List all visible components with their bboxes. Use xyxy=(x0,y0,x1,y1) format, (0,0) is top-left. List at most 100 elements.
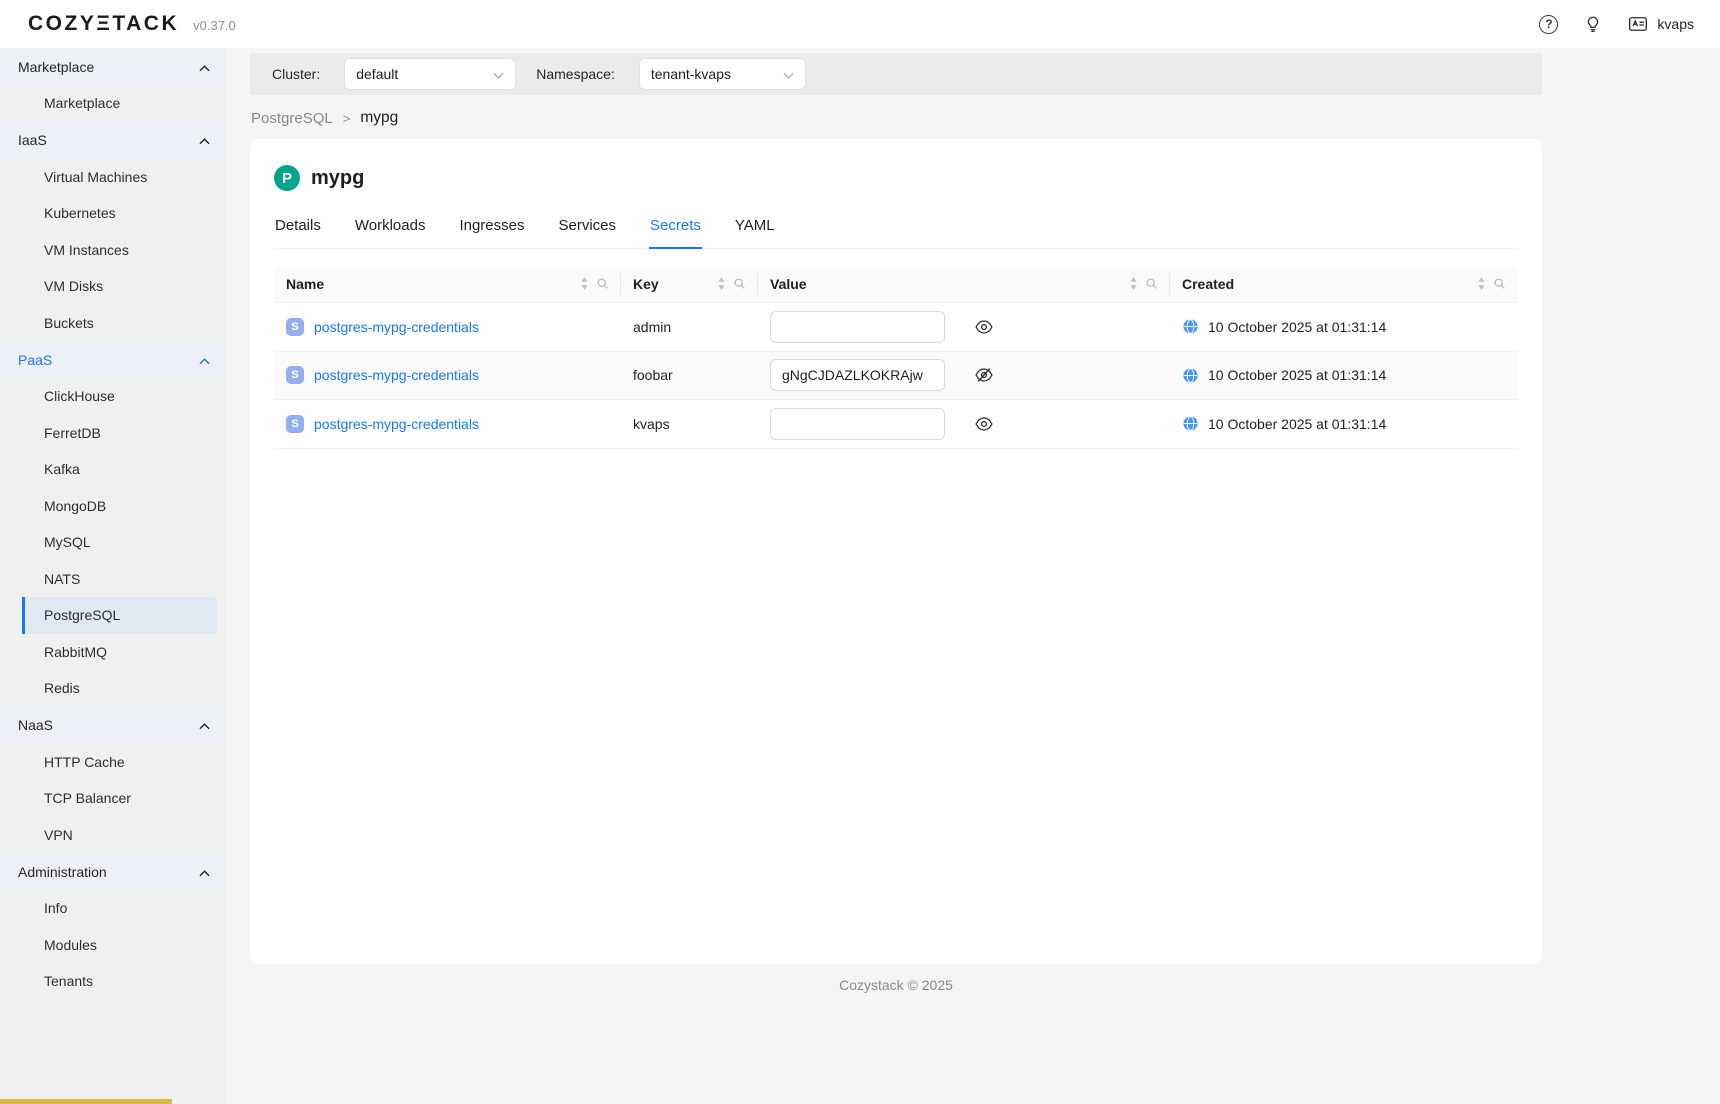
sort-icon[interactable] xyxy=(1477,277,1486,290)
tab-yaml[interactable]: YAML xyxy=(734,205,776,248)
table-row[interactable]: S postgres-mypg-credentials kvaps xyxy=(274,400,1518,449)
created-timestamp: 10 October 2025 at 01:31:14 xyxy=(1208,319,1386,335)
sidebar-section-naas[interactable]: NaaS xyxy=(0,707,227,744)
secret-name-link[interactable]: postgres-mypg-credentials xyxy=(314,319,479,335)
column-search-icon[interactable] xyxy=(733,277,746,290)
tab-workloads[interactable]: Workloads xyxy=(354,205,427,248)
tab-bar: Details Workloads Ingresses Services Sec… xyxy=(274,205,1518,249)
column-search-icon[interactable] xyxy=(596,277,609,290)
secret-name-link[interactable]: postgres-mypg-credentials xyxy=(314,416,479,432)
app-logo: COZYΞTACK xyxy=(28,12,179,36)
sidebar-item-mongodb[interactable]: MongoDB xyxy=(0,488,227,525)
footer-copyright: Cozystack © 2025 xyxy=(250,977,1542,993)
secret-value-input[interactable] xyxy=(770,408,945,440)
user-menu[interactable]: kvaps xyxy=(1628,14,1694,34)
secrets-table: Name Key xyxy=(274,265,1518,449)
globe-icon xyxy=(1182,415,1199,432)
top-bar: COZYΞTACK v0.37.0 ? kvaps xyxy=(0,0,1720,48)
sidebar-item-kubernetes[interactable]: Kubernetes xyxy=(0,195,227,232)
secret-key: admin xyxy=(633,319,671,335)
page-title: mypg xyxy=(311,167,364,190)
sidebar-section-paas[interactable]: PaaS xyxy=(0,341,227,378)
sidebar-item-mysql[interactable]: MySQL xyxy=(0,524,227,561)
chevron-up-icon xyxy=(199,352,210,368)
sidebar-section-iaas[interactable]: IaaS xyxy=(0,122,227,159)
breadcrumb-parent[interactable]: PostgreSQL xyxy=(251,110,333,127)
tab-services[interactable]: Services xyxy=(558,205,618,248)
sidebar: Marketplace Marketplace IaaS Virtual Mac… xyxy=(0,48,227,1104)
eye-slash-icon[interactable] xyxy=(975,366,993,384)
sidebar-item-http-cache[interactable]: HTTP Cache xyxy=(0,744,227,781)
breadcrumb-current: mypg xyxy=(360,109,398,127)
namespace-select-value: tenant-kvaps xyxy=(651,66,731,82)
main-area: Cluster: default Namespace: tenant-kvaps… xyxy=(227,48,1720,1104)
globe-icon xyxy=(1182,367,1199,384)
breadcrumb-separator: > xyxy=(343,111,351,126)
sidebar-item-ferretdb[interactable]: FerretDB xyxy=(0,415,227,452)
chevron-down-icon xyxy=(783,66,794,82)
postgres-avatar-icon: P xyxy=(274,165,300,191)
sidebar-item-tenants[interactable]: Tenants xyxy=(0,963,227,1000)
sidebar-item-vm-instances[interactable]: VM Instances xyxy=(0,232,227,269)
eye-icon[interactable] xyxy=(975,415,993,433)
sidebar-item-vpn[interactable]: VPN xyxy=(0,817,227,854)
chevron-down-icon xyxy=(493,66,504,82)
column-header-key[interactable]: Key xyxy=(621,265,758,302)
chevron-up-icon xyxy=(199,132,210,148)
context-toolbar: Cluster: default Namespace: tenant-kvaps xyxy=(250,53,1542,95)
sidebar-item-marketplace[interactable]: Marketplace xyxy=(0,85,227,122)
sidebar-section-administration[interactable]: Administration xyxy=(0,853,227,890)
sidebar-item-vm-disks[interactable]: VM Disks xyxy=(0,268,227,305)
sort-icon[interactable] xyxy=(580,277,589,290)
column-header-name[interactable]: Name xyxy=(274,265,621,302)
cluster-select-value: default xyxy=(356,66,398,82)
globe-icon xyxy=(1182,318,1199,335)
help-icon[interactable]: ? xyxy=(1539,15,1558,34)
sidebar-section-marketplace[interactable]: Marketplace xyxy=(0,48,227,85)
sidebar-item-info[interactable]: Info xyxy=(0,890,227,927)
sort-icon[interactable] xyxy=(717,277,726,290)
secret-value-input[interactable] xyxy=(770,311,945,343)
table-row[interactable]: S postgres-mypg-credentials foobar xyxy=(274,352,1518,401)
secret-value-input[interactable] xyxy=(770,359,945,391)
eye-icon[interactable] xyxy=(975,318,993,336)
chevron-up-icon xyxy=(199,59,210,75)
sort-icon[interactable] xyxy=(1129,277,1138,290)
sidebar-item-postgresql[interactable]: PostgreSQL xyxy=(22,597,217,634)
namespace-label: Namespace: xyxy=(536,66,615,82)
resource-card: P mypg Details Workloads Ingresses Servi… xyxy=(250,139,1542,964)
lightbulb-icon[interactable] xyxy=(1584,15,1602,33)
secret-badge-icon: S xyxy=(286,366,304,384)
sidebar-item-clickhouse[interactable]: ClickHouse xyxy=(0,378,227,415)
created-timestamp: 10 October 2025 at 01:31:14 xyxy=(1208,416,1386,432)
namespace-select[interactable]: tenant-kvaps xyxy=(639,58,806,90)
table-row[interactable]: S postgres-mypg-credentials admin xyxy=(274,303,1518,352)
cluster-select[interactable]: default xyxy=(344,58,516,90)
chevron-up-icon xyxy=(199,864,210,880)
app-version: v0.37.0 xyxy=(193,18,236,33)
column-header-created[interactable]: Created xyxy=(1170,265,1518,302)
column-search-icon[interactable] xyxy=(1145,277,1158,290)
tab-ingresses[interactable]: Ingresses xyxy=(458,205,525,248)
tab-details[interactable]: Details xyxy=(274,205,322,248)
table-header: Name Key xyxy=(274,265,1518,303)
sidebar-item-redis[interactable]: Redis xyxy=(0,670,227,707)
brand: COZYΞTACK v0.37.0 xyxy=(28,12,236,36)
sidebar-item-buckets[interactable]: Buckets xyxy=(0,305,227,342)
secret-key: foobar xyxy=(633,367,673,383)
tab-secrets[interactable]: Secrets xyxy=(649,205,702,249)
sidebar-item-virtual-machines[interactable]: Virtual Machines xyxy=(0,159,227,196)
sidebar-item-tcp-balancer[interactable]: TCP Balancer xyxy=(0,780,227,817)
column-header-value[interactable]: Value xyxy=(758,265,1170,302)
cluster-label: Cluster: xyxy=(272,66,320,82)
sidebar-item-modules[interactable]: Modules xyxy=(0,927,227,964)
column-search-icon[interactable] xyxy=(1493,277,1506,290)
secret-badge-icon: S xyxy=(286,318,304,336)
secret-name-link[interactable]: postgres-mypg-credentials xyxy=(314,367,479,383)
sidebar-item-kafka[interactable]: Kafka xyxy=(0,451,227,488)
created-timestamp: 10 October 2025 at 01:31:14 xyxy=(1208,367,1386,383)
id-card-icon xyxy=(1628,14,1648,34)
breadcrumb: PostgreSQL > mypg xyxy=(251,109,1542,127)
sidebar-item-nats[interactable]: NATS xyxy=(0,561,227,598)
sidebar-item-rabbitmq[interactable]: RabbitMQ xyxy=(0,634,227,671)
